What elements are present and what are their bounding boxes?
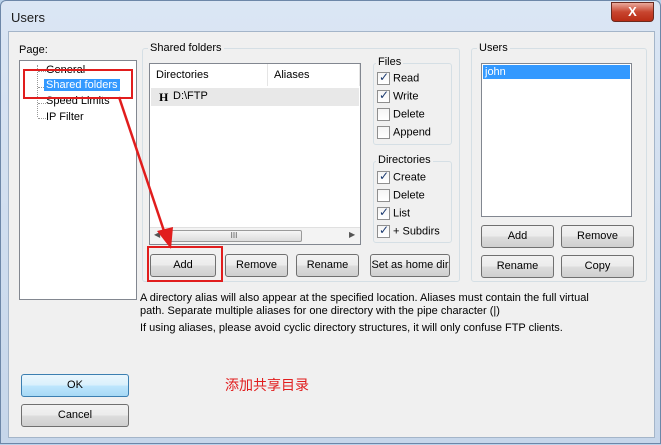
users-dialog: Users X Page: General Shared folders Spe… [0,0,661,444]
annotation-arrow-icon [117,96,173,249]
